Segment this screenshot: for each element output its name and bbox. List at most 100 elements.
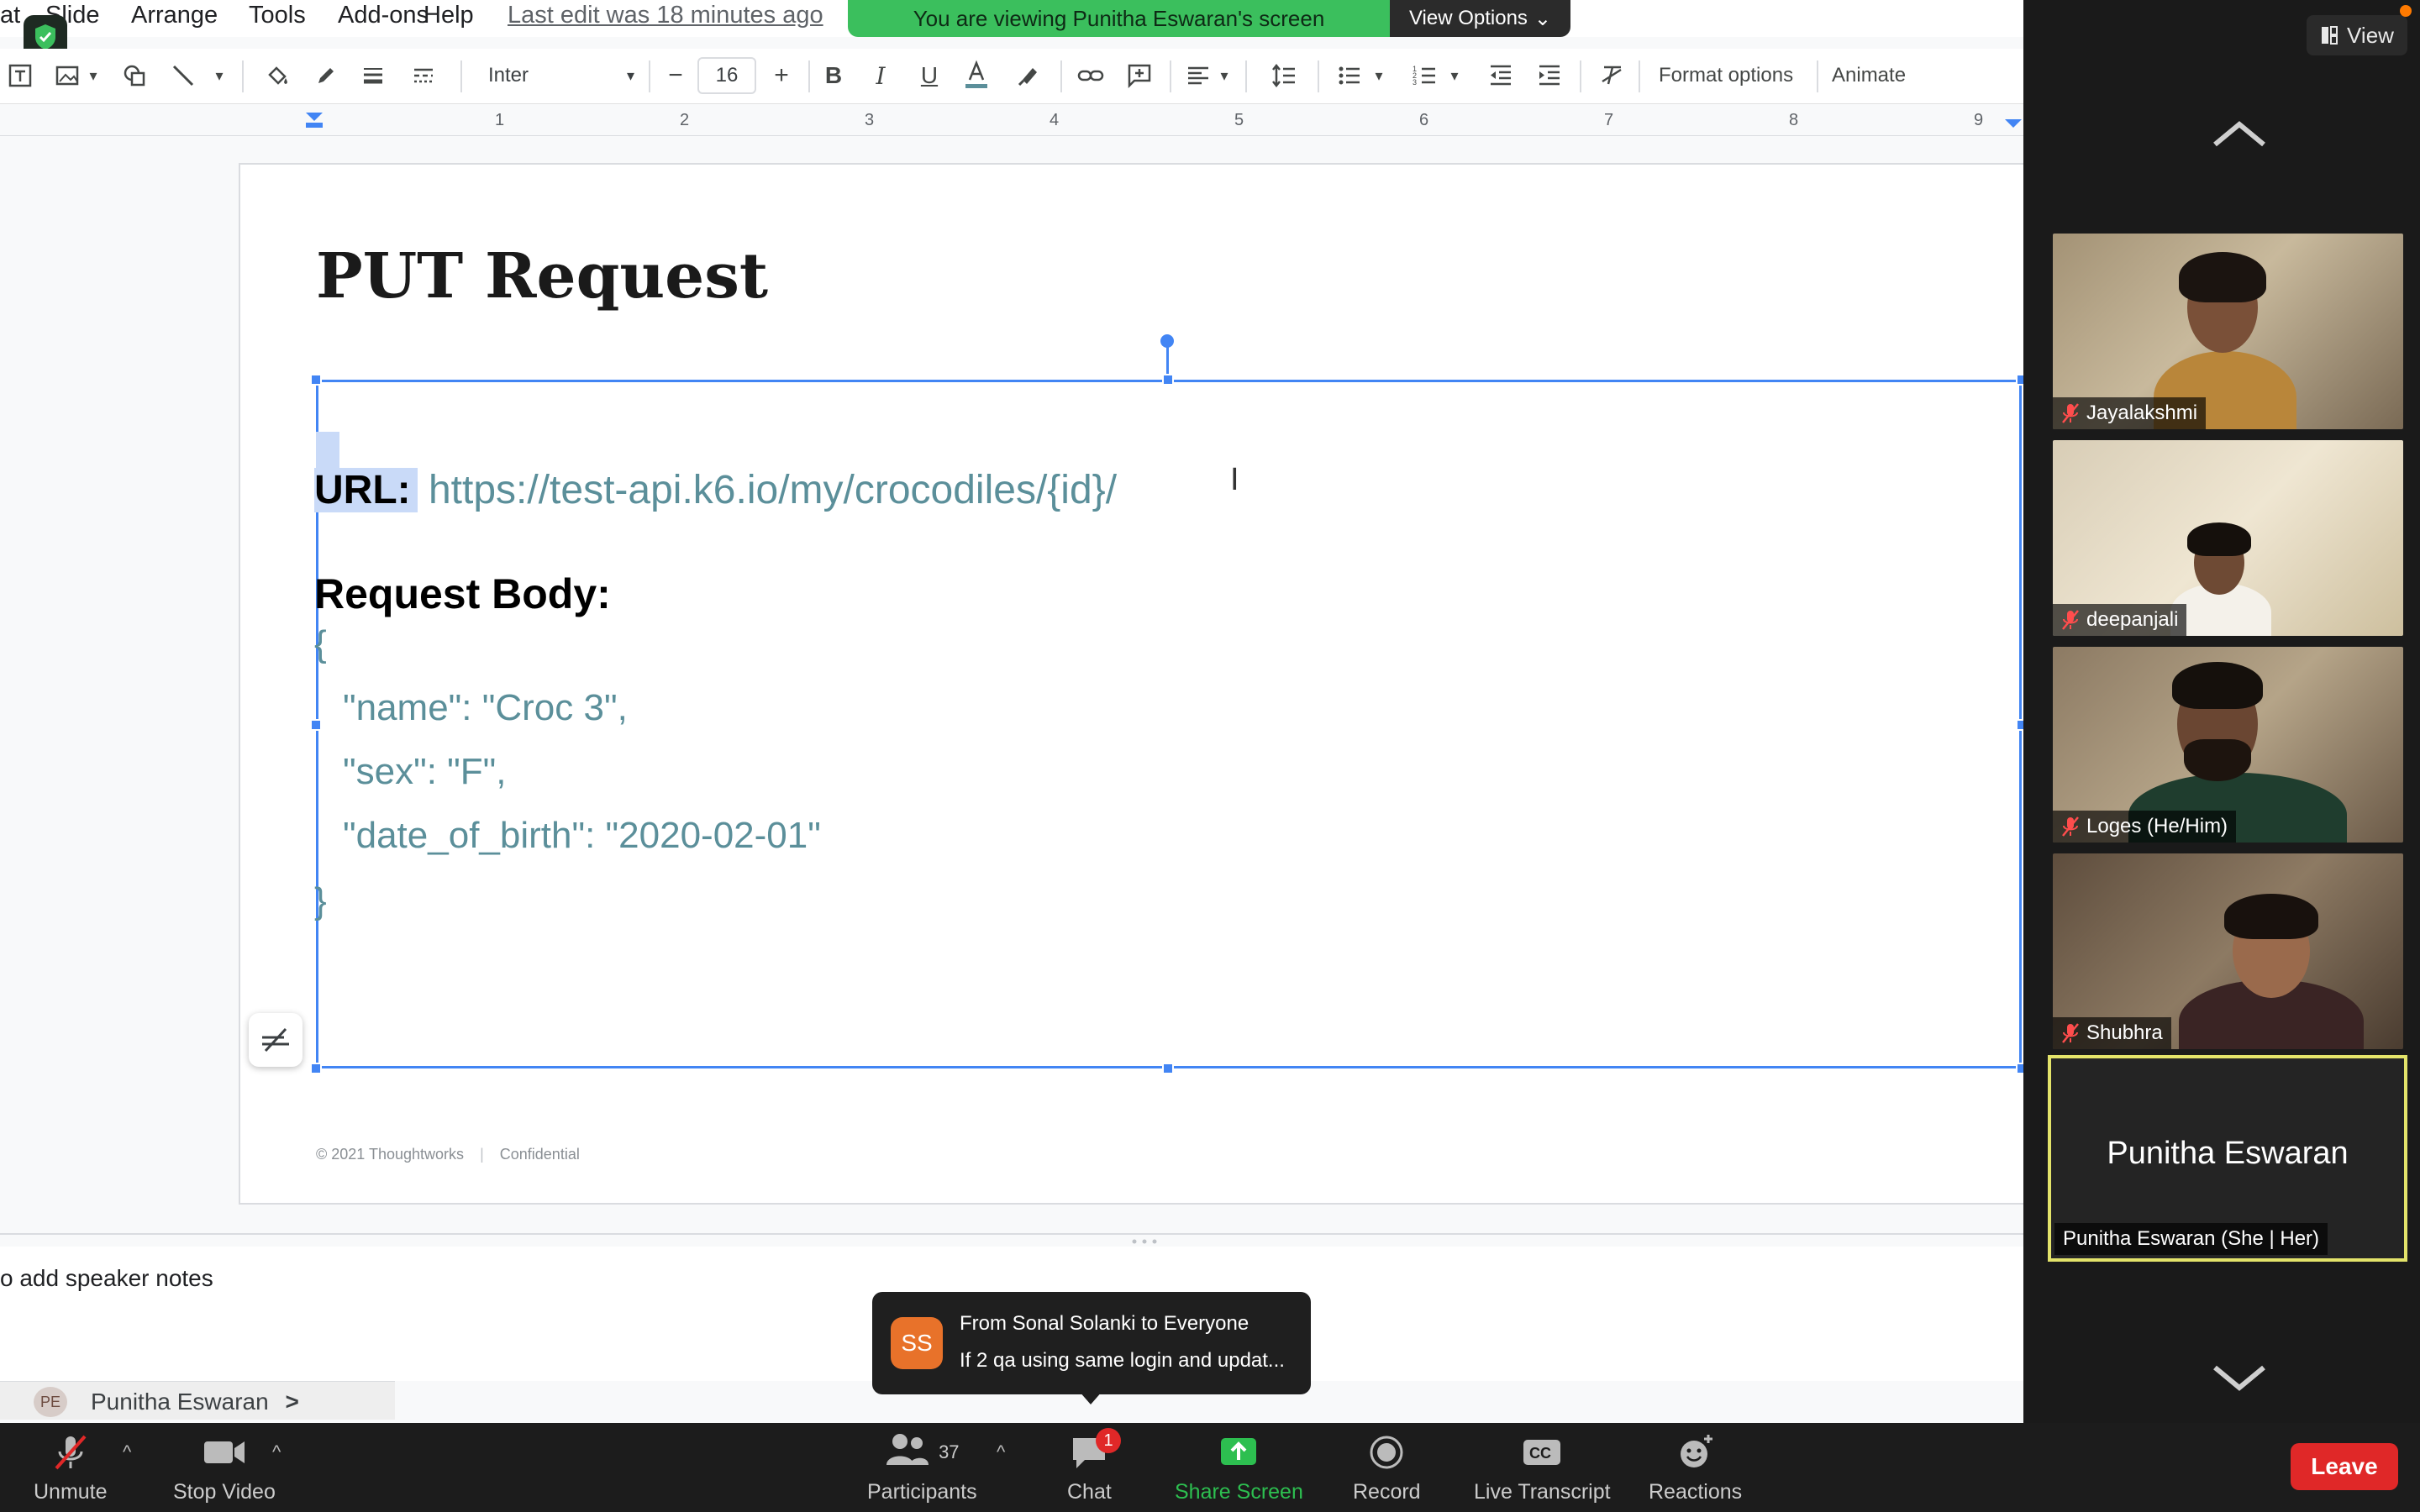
layout-icon xyxy=(2322,26,2338,45)
bullet-dropdown-icon[interactable]: ▾ xyxy=(1368,59,1390,92)
shape-icon[interactable] xyxy=(118,59,151,92)
participant-hair xyxy=(2179,252,2266,302)
chevron-down-icon[interactable] xyxy=(2210,1361,2269,1394)
font-size-input[interactable]: 16 xyxy=(697,57,756,94)
resize-handle[interactable] xyxy=(1162,374,1174,386)
text-box-icon[interactable] xyxy=(3,59,37,92)
video-tile-shubhra[interactable]: Shubhra xyxy=(2053,853,2403,1049)
align-icon[interactable] xyxy=(1181,59,1215,92)
border-color-icon[interactable] xyxy=(309,59,343,92)
line-dropdown-icon[interactable]: ▾ xyxy=(207,59,232,92)
active-speaker-label: Punitha Eswaran (She | Her) xyxy=(2054,1223,2328,1255)
active-speaker-tile[interactable]: Punitha Eswaran Punitha Eswaran (She | H… xyxy=(2048,1055,2407,1262)
line-icon[interactable] xyxy=(166,59,200,92)
resize-handle[interactable] xyxy=(2016,1063,2023,1074)
numbered-dropdown-icon[interactable]: ▾ xyxy=(1444,59,1465,92)
image-dropdown-icon[interactable]: ▾ xyxy=(81,59,106,92)
toolbar-divider xyxy=(1060,60,1062,92)
footer-divider: | xyxy=(480,1146,484,1163)
resize-handle[interactable] xyxy=(2016,719,2023,731)
view-button[interactable]: View xyxy=(2307,15,2407,55)
increase-font-size-icon[interactable]: + xyxy=(765,59,798,92)
increase-indent-icon[interactable] xyxy=(1533,59,1566,92)
italic-icon[interactable]: I xyxy=(864,59,897,92)
image-icon[interactable] xyxy=(50,59,84,92)
format-options-button[interactable]: Format options xyxy=(1659,64,1793,87)
chat-notification-toast[interactable]: SS From Sonal Solanki to Everyone If 2 q… xyxy=(872,1292,1311,1394)
text-cursor-icon: I xyxy=(1230,462,1239,497)
muted-mic-icon xyxy=(55,1435,87,1470)
numbered-list-icon[interactable]: 123 xyxy=(1408,59,1442,92)
slide-title[interactable]: PUT Request xyxy=(316,240,768,312)
video-tile-loges[interactable]: Loges (He/Him) xyxy=(2053,647,2403,843)
share-screen-icon xyxy=(1221,1438,1257,1465)
border-weight-icon[interactable] xyxy=(356,59,390,92)
last-edit-link[interactable]: Last edit was 18 minutes ago xyxy=(508,2,823,29)
animate-button[interactable]: Animate xyxy=(1832,64,1906,87)
menu-item-arrange[interactable]: Arrange xyxy=(131,2,218,29)
stop-video-button[interactable]: Stop Video xyxy=(173,1431,276,1504)
clear-formatting-icon[interactable] xyxy=(1595,59,1628,92)
chevron-down-icon: ▾ xyxy=(626,66,634,84)
participant-name: Jayalakshmi xyxy=(2086,402,2198,424)
footer-confidential: Confidential xyxy=(499,1146,580,1163)
participant-name-label: Loges (He/Him) xyxy=(2053,811,2237,843)
menu-item-tools[interactable]: Tools xyxy=(249,2,306,29)
chevron-up-icon[interactable] xyxy=(2210,118,2269,151)
link-icon[interactable] xyxy=(1074,59,1107,92)
notes-resize-divider[interactable] xyxy=(0,1233,2023,1247)
toolbar-divider xyxy=(1318,60,1319,92)
unread-chat-badge: 1 xyxy=(1096,1428,1121,1453)
svg-text:3: 3 xyxy=(1413,78,1417,87)
meeting-controls-bar: Unmute ^ Stop Video ^ 37 Participants ^ … xyxy=(0,1423,2420,1512)
resize-handle[interactable] xyxy=(1162,1063,1174,1074)
view-options-button[interactable]: View Options ⌄ xyxy=(1390,0,1570,37)
decrease-font-size-icon[interactable]: − xyxy=(659,59,692,92)
reactions-button[interactable]: Reactions xyxy=(1649,1431,1742,1504)
menu-item-addons[interactable]: Add-ons xyxy=(338,2,429,29)
hide-motion-icon[interactable] xyxy=(249,1013,302,1067)
line-spacing-icon[interactable] xyxy=(1267,59,1301,92)
participants-options-caret[interactable]: ^ xyxy=(997,1441,1005,1463)
fill-color-icon[interactable] xyxy=(260,59,294,92)
comment-icon[interactable] xyxy=(1123,59,1156,92)
notification-dot xyxy=(2400,5,2412,17)
bulleted-list-icon[interactable] xyxy=(1333,59,1366,92)
muted-mic-icon xyxy=(2062,816,2079,837)
audio-options-caret[interactable]: ^ xyxy=(123,1441,131,1463)
rotate-handle[interactable] xyxy=(1160,334,1174,348)
participant-hair xyxy=(2187,522,2251,556)
resize-handle[interactable] xyxy=(310,1063,322,1074)
bold-icon[interactable]: B xyxy=(817,59,850,92)
record-button[interactable]: Record xyxy=(1353,1431,1421,1504)
participant-hair xyxy=(2172,662,2263,709)
video-tile-jayalakshmi[interactable]: Jayalakshmi xyxy=(2053,234,2403,429)
slide-canvas[interactable]: PUT Request URL: https://test-api.k6.io/… xyxy=(239,163,2023,1205)
ruler-mark: 5 xyxy=(1234,111,1244,129)
decrease-indent-icon[interactable] xyxy=(1484,59,1518,92)
formatting-toolbar: ▾ ▾ Inter ▾ − 16 + B I U ▾ ▾ 1 2 3 ▾ For… xyxy=(0,49,2023,104)
resize-handle[interactable] xyxy=(310,719,322,731)
underline-icon[interactable]: U xyxy=(913,59,946,92)
highlight-icon[interactable] xyxy=(1012,59,1045,92)
resize-handle[interactable] xyxy=(310,374,322,386)
unmute-button[interactable]: Unmute xyxy=(34,1431,108,1504)
muted-mic-icon xyxy=(2062,610,2079,630)
font-family-select[interactable]: Inter ▾ xyxy=(475,57,643,94)
video-tile-deepanjali[interactable]: deepanjali xyxy=(2053,440,2403,636)
border-dash-icon[interactable] xyxy=(407,59,440,92)
leave-button[interactable]: Leave xyxy=(2291,1443,2398,1490)
unmute-label: Unmute xyxy=(34,1480,108,1504)
chevron-down-icon: ⌄ xyxy=(1534,7,1552,30)
text-color-icon[interactable] xyxy=(960,59,993,92)
video-options-caret[interactable]: ^ xyxy=(272,1441,281,1463)
menu-item-help[interactable]: Help xyxy=(424,2,474,29)
presenter-bar[interactable]: PE Punitha Eswaran > xyxy=(0,1381,395,1420)
participant-count: 37 xyxy=(939,1441,960,1462)
menu-item-partial[interactable]: at xyxy=(0,2,20,29)
share-screen-button[interactable]: Share Screen xyxy=(1175,1431,1303,1504)
live-transcript-button[interactable]: CC Live Transcript xyxy=(1474,1431,1611,1504)
resize-handle[interactable] xyxy=(2016,374,2023,386)
participants-button[interactable]: 37 Participants xyxy=(867,1431,977,1504)
align-dropdown-icon[interactable]: ▾ xyxy=(1213,59,1235,92)
